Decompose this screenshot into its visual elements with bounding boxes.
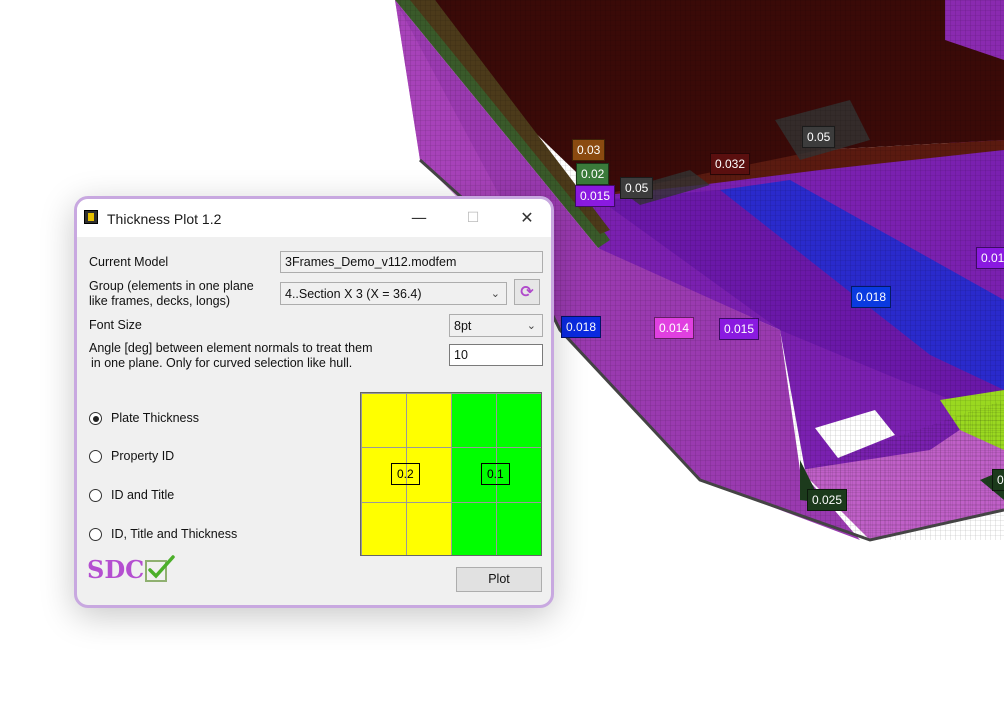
preview-cell [451,502,497,555]
current-model-label: Current Model [89,255,169,269]
maximize-button[interactable]: ☐ [453,205,493,231]
fem-label: 0.015 [575,185,616,207]
group-label-line2: like frames, decks, longs) [89,294,231,308]
refresh-button[interactable]: ⟳ [514,279,540,305]
checkbox-check-icon [145,555,175,582]
chevron-down-icon: ⌄ [526,319,536,332]
fem-label: 0.025 [807,489,848,511]
group-select-value: 4..Section X 3 (X = 36.4) [285,287,422,301]
window-title: Thickness Plot 1.2 [107,211,222,227]
preview-left-label: 0.2 [391,463,420,485]
radio-indicator [89,528,102,541]
radio-indicator [89,450,102,463]
preview-right-label: 0.1 [481,463,510,485]
thickness-plot-window: Thickness Plot 1.2 — ☐ ✕ Current Model 3… [74,196,554,608]
title-bar[interactable]: Thickness Plot 1.2 — ☐ ✕ [77,199,551,237]
preview-cell [496,393,541,448]
radio-label: ID and Title [111,488,175,502]
fem-label: 0.02 [576,163,610,185]
fem-label: 0.032 [710,153,751,175]
plot-button[interactable]: Plot [456,567,542,592]
preview-cell [361,502,407,555]
fem-label: 0.015 [719,318,760,340]
font-size-value: 8pt [454,319,472,333]
preview-cell [406,502,452,555]
fem-label: 0.05 [802,126,836,148]
preview-cell [361,393,407,448]
fem-label: 0.014 [654,317,695,339]
preview-cell [406,393,452,448]
radio-label: Plate Thickness [111,411,200,425]
group-label-line1: Group (elements in one plane [89,279,254,293]
radio-indicator [89,412,102,425]
app-icon [84,210,98,224]
preview-cell [451,393,497,448]
refresh-icon: ⟳ [520,282,534,301]
thickness-preview: 0.2 0.1 [360,392,542,556]
font-size-select[interactable]: 8pt ⌄ [449,314,543,337]
preview-cell [496,502,541,555]
angle-label-line2: in one plane. Only for curved selection … [91,356,353,370]
sdc-logo: SDC [87,555,145,584]
radio-label: ID, Title and Thickness [111,527,238,541]
group-select[interactable]: 4..Section X 3 (X = 36.4) ⌄ [280,282,507,305]
angle-label-line1: Angle [deg] between element normals to t… [89,341,373,355]
radio-indicator [89,489,102,502]
fem-label: 0.018 [561,316,602,338]
fem-label: 0.05 [620,177,654,199]
current-model-field[interactable]: 3Frames_Demo_v112.modfem [280,251,543,273]
chevron-down-icon: ⌄ [490,287,500,300]
fem-label: 0 [992,469,1004,491]
angle-input[interactable]: 10 [449,344,543,366]
radio-label: Property ID [111,449,175,463]
fem-label: 0.01 [976,247,1004,269]
font-size-label: Font Size [89,318,142,332]
fem-label: 0.03 [572,139,606,161]
close-button[interactable]: ✕ [507,205,547,231]
fem-label: 0.018 [851,286,892,308]
minimize-button[interactable]: — [399,205,439,231]
